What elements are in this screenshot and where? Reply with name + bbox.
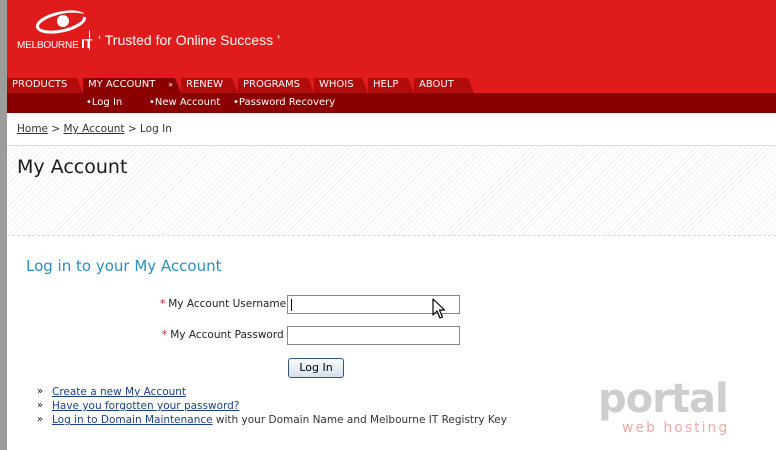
domain-maintenance-note: with your Domain Name and Melbourne IT R…: [212, 414, 507, 426]
page: MELBOURNE IT ‘ Trusted for Online Succes…: [0, 0, 776, 450]
password-label: * My Account Password: [162, 329, 284, 341]
logo-wordmark: MELBOURNE IT: [17, 36, 93, 51]
nav-tab-my-account[interactable]: MY ACCOUNT»: [83, 78, 181, 93]
log-in-button[interactable]: Log In: [288, 358, 344, 378]
subnav-password-recovery[interactable]: •Password Recovery: [233, 93, 335, 112]
nav-tab-products[interactable]: PRODUCTS: [7, 78, 83, 93]
window-left-edge: [0, 0, 7, 450]
title-band: My Account: [7, 146, 776, 236]
breadcrumb-separator: >: [124, 123, 140, 135]
breadcrumb-home-link[interactable]: Home: [17, 123, 48, 135]
logo-swoosh-icon: [35, 10, 88, 34]
required-marker: *: [162, 329, 168, 341]
tagline: ‘ Trusted for Online Success ’: [89, 30, 280, 50]
nav-tab-about[interactable]: ABOUT: [414, 78, 474, 93]
breadcrumb-my-account-link[interactable]: My Account: [64, 123, 125, 135]
bullet-chevron-icon: »: [37, 400, 44, 411]
nav-tab-help[interactable]: HELP: [368, 78, 414, 93]
nav-tab-programs[interactable]: PROGRAMS: [238, 78, 314, 93]
breadcrumb-separator: >: [48, 123, 64, 135]
required-marker: *: [160, 298, 166, 310]
subnav-log-in[interactable]: •Log In: [86, 93, 122, 112]
create-account-link[interactable]: Create a new My Account: [52, 385, 186, 399]
username-label: * My Account Username: [160, 298, 287, 310]
breadcrumb: Home > My Account > Log In: [7, 113, 776, 146]
breadcrumb-current: Log In: [140, 123, 172, 135]
page-title: My Account: [17, 156, 128, 178]
main-nav: PRODUCTS MY ACCOUNT» RENEW PROGRAMS WHOI…: [7, 78, 776, 93]
section-title: Log in to your My Account: [26, 257, 222, 275]
text-caret: [291, 299, 292, 311]
nav-tab-whois[interactable]: WHOIS: [314, 78, 368, 93]
site-header: MELBOURNE IT ‘ Trusted for Online Succes…: [7, 0, 776, 78]
domain-maintenance-link[interactable]: Log in to Domain Maintenance: [52, 414, 213, 426]
sub-nav: •Log In •New Account •Password Recovery: [7, 93, 776, 113]
forgot-password-link[interactable]: Have you forgotten your password?: [52, 399, 239, 413]
melbourne-it-logo[interactable]: MELBOURNE IT: [17, 10, 93, 51]
subnav-new-account[interactable]: •New Account: [149, 93, 220, 112]
nav-tab-renew[interactable]: RENEW: [181, 78, 238, 93]
double-chevron-icon: »: [168, 80, 173, 89]
password-input[interactable]: [287, 326, 460, 345]
portal-watermark-logo: portal web hosting: [598, 376, 730, 436]
mouse-pointer-icon: [432, 298, 446, 319]
bullet-chevron-icon: »: [37, 386, 44, 397]
bullet-chevron-icon: »: [37, 414, 44, 425]
